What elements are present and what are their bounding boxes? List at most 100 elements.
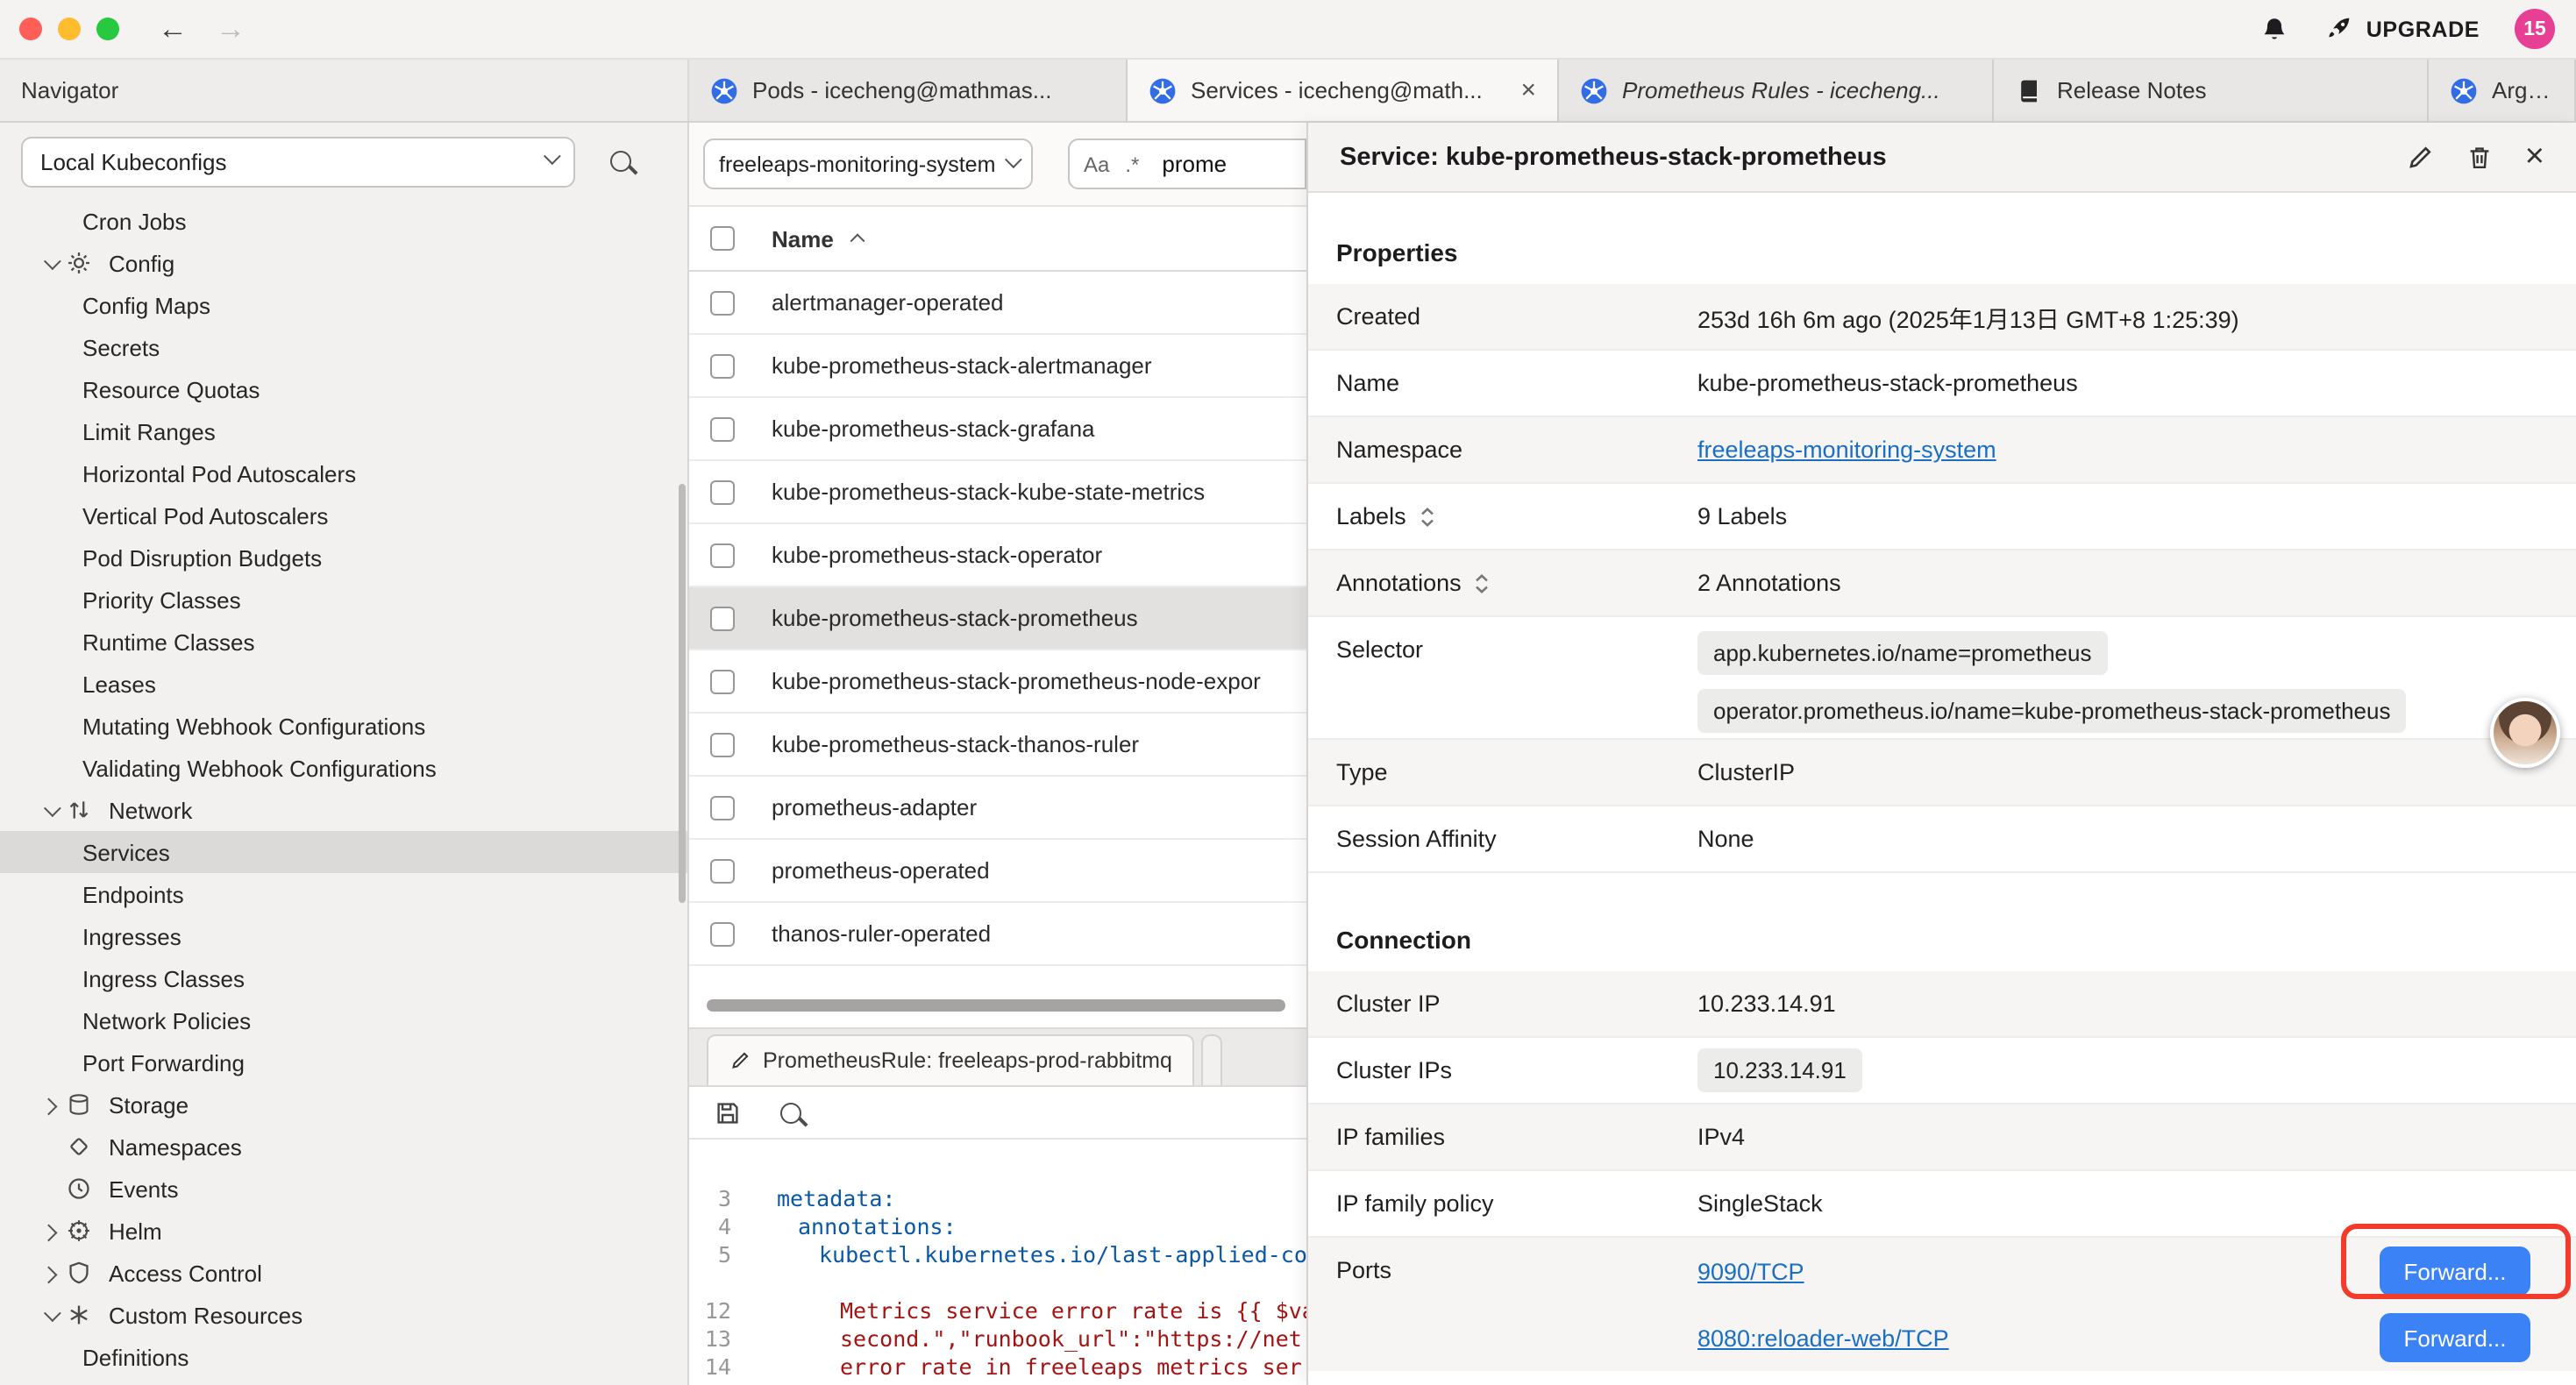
sidebar-item-validating-webhook-configurations[interactable]: Validating Webhook Configurations [0, 747, 687, 789]
sidebar-item-pod-disruption-budgets[interactable]: Pod Disruption Budgets [0, 536, 687, 579]
table-row[interactable]: prometheus-operated [689, 840, 1306, 903]
sidebar-item-custom-resources[interactable]: Custom Resources [0, 1294, 687, 1336]
select-all-checkbox[interactable] [710, 226, 735, 251]
sidebar-item-cron-jobs[interactable]: Cron Jobs [0, 200, 687, 242]
editor-tab-partial[interactable] [1202, 1034, 1223, 1085]
sidebar-item-secrets[interactable]: Secrets [0, 326, 687, 368]
close-tab-icon[interactable]: × [1506, 75, 1536, 105]
save-icon[interactable] [714, 1098, 742, 1126]
tab-release-notes[interactable]: Release Notes [1994, 60, 2429, 121]
maximize-window-button[interactable] [96, 18, 119, 40]
namespace-filter-dropdown[interactable]: freeleaps-monitoring-system [703, 138, 1033, 189]
close-panel-button[interactable]: × [2525, 140, 2544, 174]
table-row[interactable]: kube-prometheus-stack-kube-state-metrics [689, 461, 1306, 524]
row-checkbox[interactable] [710, 290, 735, 315]
bell-icon[interactable] [2261, 15, 2289, 43]
table-row[interactable]: kube-prometheus-stack-prometheus-node-ex… [689, 650, 1306, 714]
sidebar-item-events[interactable]: Events [0, 1168, 687, 1210]
chevron-right-icon[interactable] [35, 1259, 63, 1287]
row-checkbox[interactable] [710, 795, 735, 820]
sidebar-item-vertical-pod-autoscalers[interactable]: Vertical Pod Autoscalers [0, 494, 687, 536]
sidebar-item-ingresses[interactable]: Ingresses [0, 915, 687, 957]
row-checkbox[interactable] [710, 921, 735, 946]
table-row[interactable]: kube-prometheus-stack-grafana [689, 398, 1306, 461]
tab-argo[interactable]: Argo S [2429, 60, 2576, 121]
row-checkbox[interactable] [710, 606, 735, 630]
namespace-link[interactable]: freeleaps-monitoring-system [1697, 437, 1996, 463]
sidebar-item-ingress-classes[interactable]: Ingress Classes [0, 957, 687, 999]
sidebar-item-network[interactable]: Network [0, 789, 687, 831]
tab-services[interactable]: Services - icecheng@math... × [1128, 60, 1559, 121]
table-row[interactable]: kube-prometheus-stack-operator [689, 524, 1306, 587]
sidebar-item-resource-quotas[interactable]: Resource Quotas [0, 368, 687, 410]
expand-annotations-icon[interactable] [1474, 572, 1491, 593]
delete-button[interactable] [2466, 143, 2494, 171]
sidebar-item-horizontal-pod-autoscalers[interactable]: Horizontal Pod Autoscalers [0, 452, 687, 494]
close-window-button[interactable] [19, 18, 42, 40]
table-row-selected[interactable]: kube-prometheus-stack-prometheus [689, 587, 1306, 650]
selector-chip: operator.prometheus.io/name=kube-prometh… [1697, 689, 2407, 733]
row-checkbox[interactable] [710, 353, 735, 378]
yaml-editor[interactable]: 3metadata: 4annotations: 5kubectl.kubern… [689, 1140, 1306, 1385]
table-row[interactable]: kube-prometheus-stack-alertmanager [689, 335, 1306, 398]
sidebar-item-config-maps[interactable]: Config Maps [0, 284, 687, 326]
row-checkbox[interactable] [710, 858, 735, 883]
regex-toggle[interactable]: .* [1125, 152, 1139, 176]
sidebar-item-port-forwarding[interactable]: Port Forwarding [0, 1041, 687, 1083]
match-case-toggle[interactable]: Aa [1084, 152, 1109, 176]
table-row[interactable]: kube-prometheus-stack-thanos-ruler [689, 714, 1306, 777]
edit-button[interactable] [2406, 143, 2434, 171]
sidebar-item-runtime-classes[interactable]: Runtime Classes [0, 621, 687, 663]
minimize-window-button[interactable] [58, 18, 81, 40]
sidebar-item-definitions[interactable]: Definitions [0, 1336, 687, 1378]
sidebar-scrollbar[interactable] [679, 484, 686, 903]
sidebar-item-config[interactable]: Config [0, 242, 687, 284]
chevron-right-icon[interactable] [35, 1217, 63, 1245]
back-arrow-icon[interactable]: ← [158, 14, 188, 44]
row-checkbox[interactable] [710, 669, 735, 693]
upgrade-button[interactable]: UPGRADE [2324, 14, 2480, 44]
editor-tab-prometheusrule[interactable]: PrometheusRule: freeleaps-prod-rabbitmq [707, 1034, 1195, 1085]
forward-arrow-icon[interactable]: → [216, 14, 246, 44]
sidebar-item-endpoints[interactable]: Endpoints [0, 873, 687, 915]
sidebar-item-storage[interactable]: Storage [0, 1083, 687, 1126]
kubeconfig-selector[interactable]: Local Kubeconfigs [21, 136, 575, 187]
row-checkbox[interactable] [710, 732, 735, 756]
tab-prometheus-rules[interactable]: Prometheus Rules - icecheng... [1559, 60, 1994, 121]
port-link[interactable]: 8080:reloader-web/TCP [1697, 1325, 1949, 1351]
sidebar-item-access-control[interactable]: Access Control [0, 1252, 687, 1294]
expand-labels-icon[interactable] [1419, 506, 1436, 527]
forward-port-button[interactable]: Forward... [2380, 1313, 2530, 1362]
row-checkbox[interactable] [710, 416, 735, 441]
list-search-input[interactable]: Aa .* prome [1068, 138, 1306, 189]
forward-port-button[interactable]: Forward... [2380, 1246, 2530, 1296]
search-icon[interactable] [780, 1102, 801, 1123]
name-column-header[interactable]: Name [772, 225, 834, 252]
sidebar-item-mutating-webhook-configurations[interactable]: Mutating Webhook Configurations [0, 705, 687, 747]
floating-avatar[interactable] [2490, 698, 2560, 768]
labels-count: 9 Labels [1697, 503, 2576, 529]
sidebar-item-network-policies[interactable]: Network Policies [0, 999, 687, 1041]
chevron-down-icon[interactable] [35, 1301, 63, 1329]
chevron-down-icon[interactable] [35, 249, 63, 277]
pencil-icon [729, 1050, 751, 1071]
row-checkbox[interactable] [710, 479, 735, 504]
sidebar-item-priority-classes[interactable]: Priority Classes [0, 579, 687, 621]
sidebar-item-namespaces[interactable]: Namespaces [0, 1126, 687, 1168]
table-row[interactable]: prometheus-adapter [689, 777, 1306, 840]
horizontal-scrollbar[interactable] [707, 999, 1285, 1012]
chevron-right-icon[interactable] [35, 1090, 63, 1119]
table-row[interactable]: thanos-ruler-operated [689, 903, 1306, 966]
sidebar-item-limit-ranges[interactable]: Limit Ranges [0, 410, 687, 452]
search-icon[interactable] [610, 151, 631, 172]
sort-ascending-icon[interactable] [844, 224, 872, 252]
tab-pods[interactable]: Pods - icecheng@mathmas... [689, 60, 1128, 121]
sidebar-item-helm[interactable]: Helm [0, 1210, 687, 1252]
sidebar-item-leases[interactable]: Leases [0, 663, 687, 705]
chevron-down-icon[interactable] [35, 796, 63, 824]
row-checkbox[interactable] [710, 543, 735, 567]
port-link[interactable]: 9090/TCP [1697, 1258, 1804, 1284]
notification-count-badge[interactable]: 15 [2515, 9, 2555, 49]
table-row[interactable]: alertmanager-operated [689, 272, 1306, 335]
sidebar-item-services[interactable]: Services [0, 831, 687, 873]
